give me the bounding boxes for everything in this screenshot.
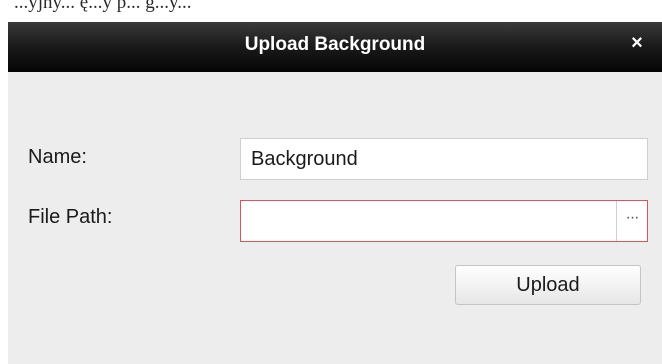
name-field[interactable]	[240, 138, 648, 180]
background-text-fragment: ...yjny... ę...y p... g...y...	[14, 0, 192, 13]
browse-button[interactable]: ···	[616, 201, 647, 241]
file-path-field[interactable]: ···	[240, 200, 648, 242]
upload-button[interactable]: Upload	[455, 265, 641, 305]
dialog-title: Upload Background	[244, 34, 426, 55]
file-path-label: File Path:	[28, 206, 113, 228]
dialog-titlebar: Upload Background ×	[8, 22, 662, 72]
file-path-input[interactable]	[241, 201, 609, 241]
name-input[interactable]	[241, 139, 647, 179]
upload-background-dialog: Upload Background × Name: File Path: ···…	[8, 22, 662, 364]
background-window-strip: ...yjny... ę...y p... g...y...	[0, 0, 662, 22]
name-label: Name:	[28, 146, 87, 168]
close-icon[interactable]: ×	[626, 32, 648, 54]
